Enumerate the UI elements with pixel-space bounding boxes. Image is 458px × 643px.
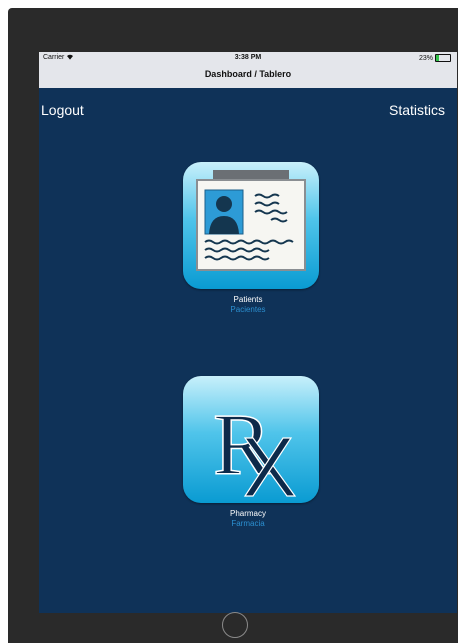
- pharmacy-tile[interactable]: R: [183, 376, 319, 503]
- home-button[interactable]: [222, 612, 248, 638]
- statistics-button[interactable]: Statistics: [389, 102, 445, 118]
- battery-percent: 23%: [418, 54, 433, 62]
- rx-icon: R: [212, 396, 297, 497]
- screen: Carrier 3:38 PM 23% Dashboard / Tablero …: [39, 52, 457, 613]
- battery-status: 23%: [419, 54, 451, 62]
- patient-id-card-icon: [196, 170, 306, 271]
- logout-button[interactable]: Logout: [41, 102, 84, 118]
- page-title: Dashboard / Tablero: [204, 69, 292, 79]
- status-bar: Carrier 3:38 PM 23% Dashboard / Tablero: [39, 52, 457, 88]
- patients-label: Patients: [233, 295, 263, 304]
- status-time: 3:38 PM: [234, 54, 262, 61]
- pharmacy-sublabel: Farmacia: [231, 519, 265, 528]
- device-frame: Carrier 3:38 PM 23% Dashboard / Tablero …: [8, 8, 458, 643]
- battery-icon: [435, 54, 451, 62]
- pharmacy-label: Pharmacy: [229, 509, 266, 518]
- patients-sublabel: Pacientes: [230, 305, 266, 314]
- battery-fill: [436, 55, 440, 61]
- patients-tile[interactable]: [183, 162, 319, 289]
